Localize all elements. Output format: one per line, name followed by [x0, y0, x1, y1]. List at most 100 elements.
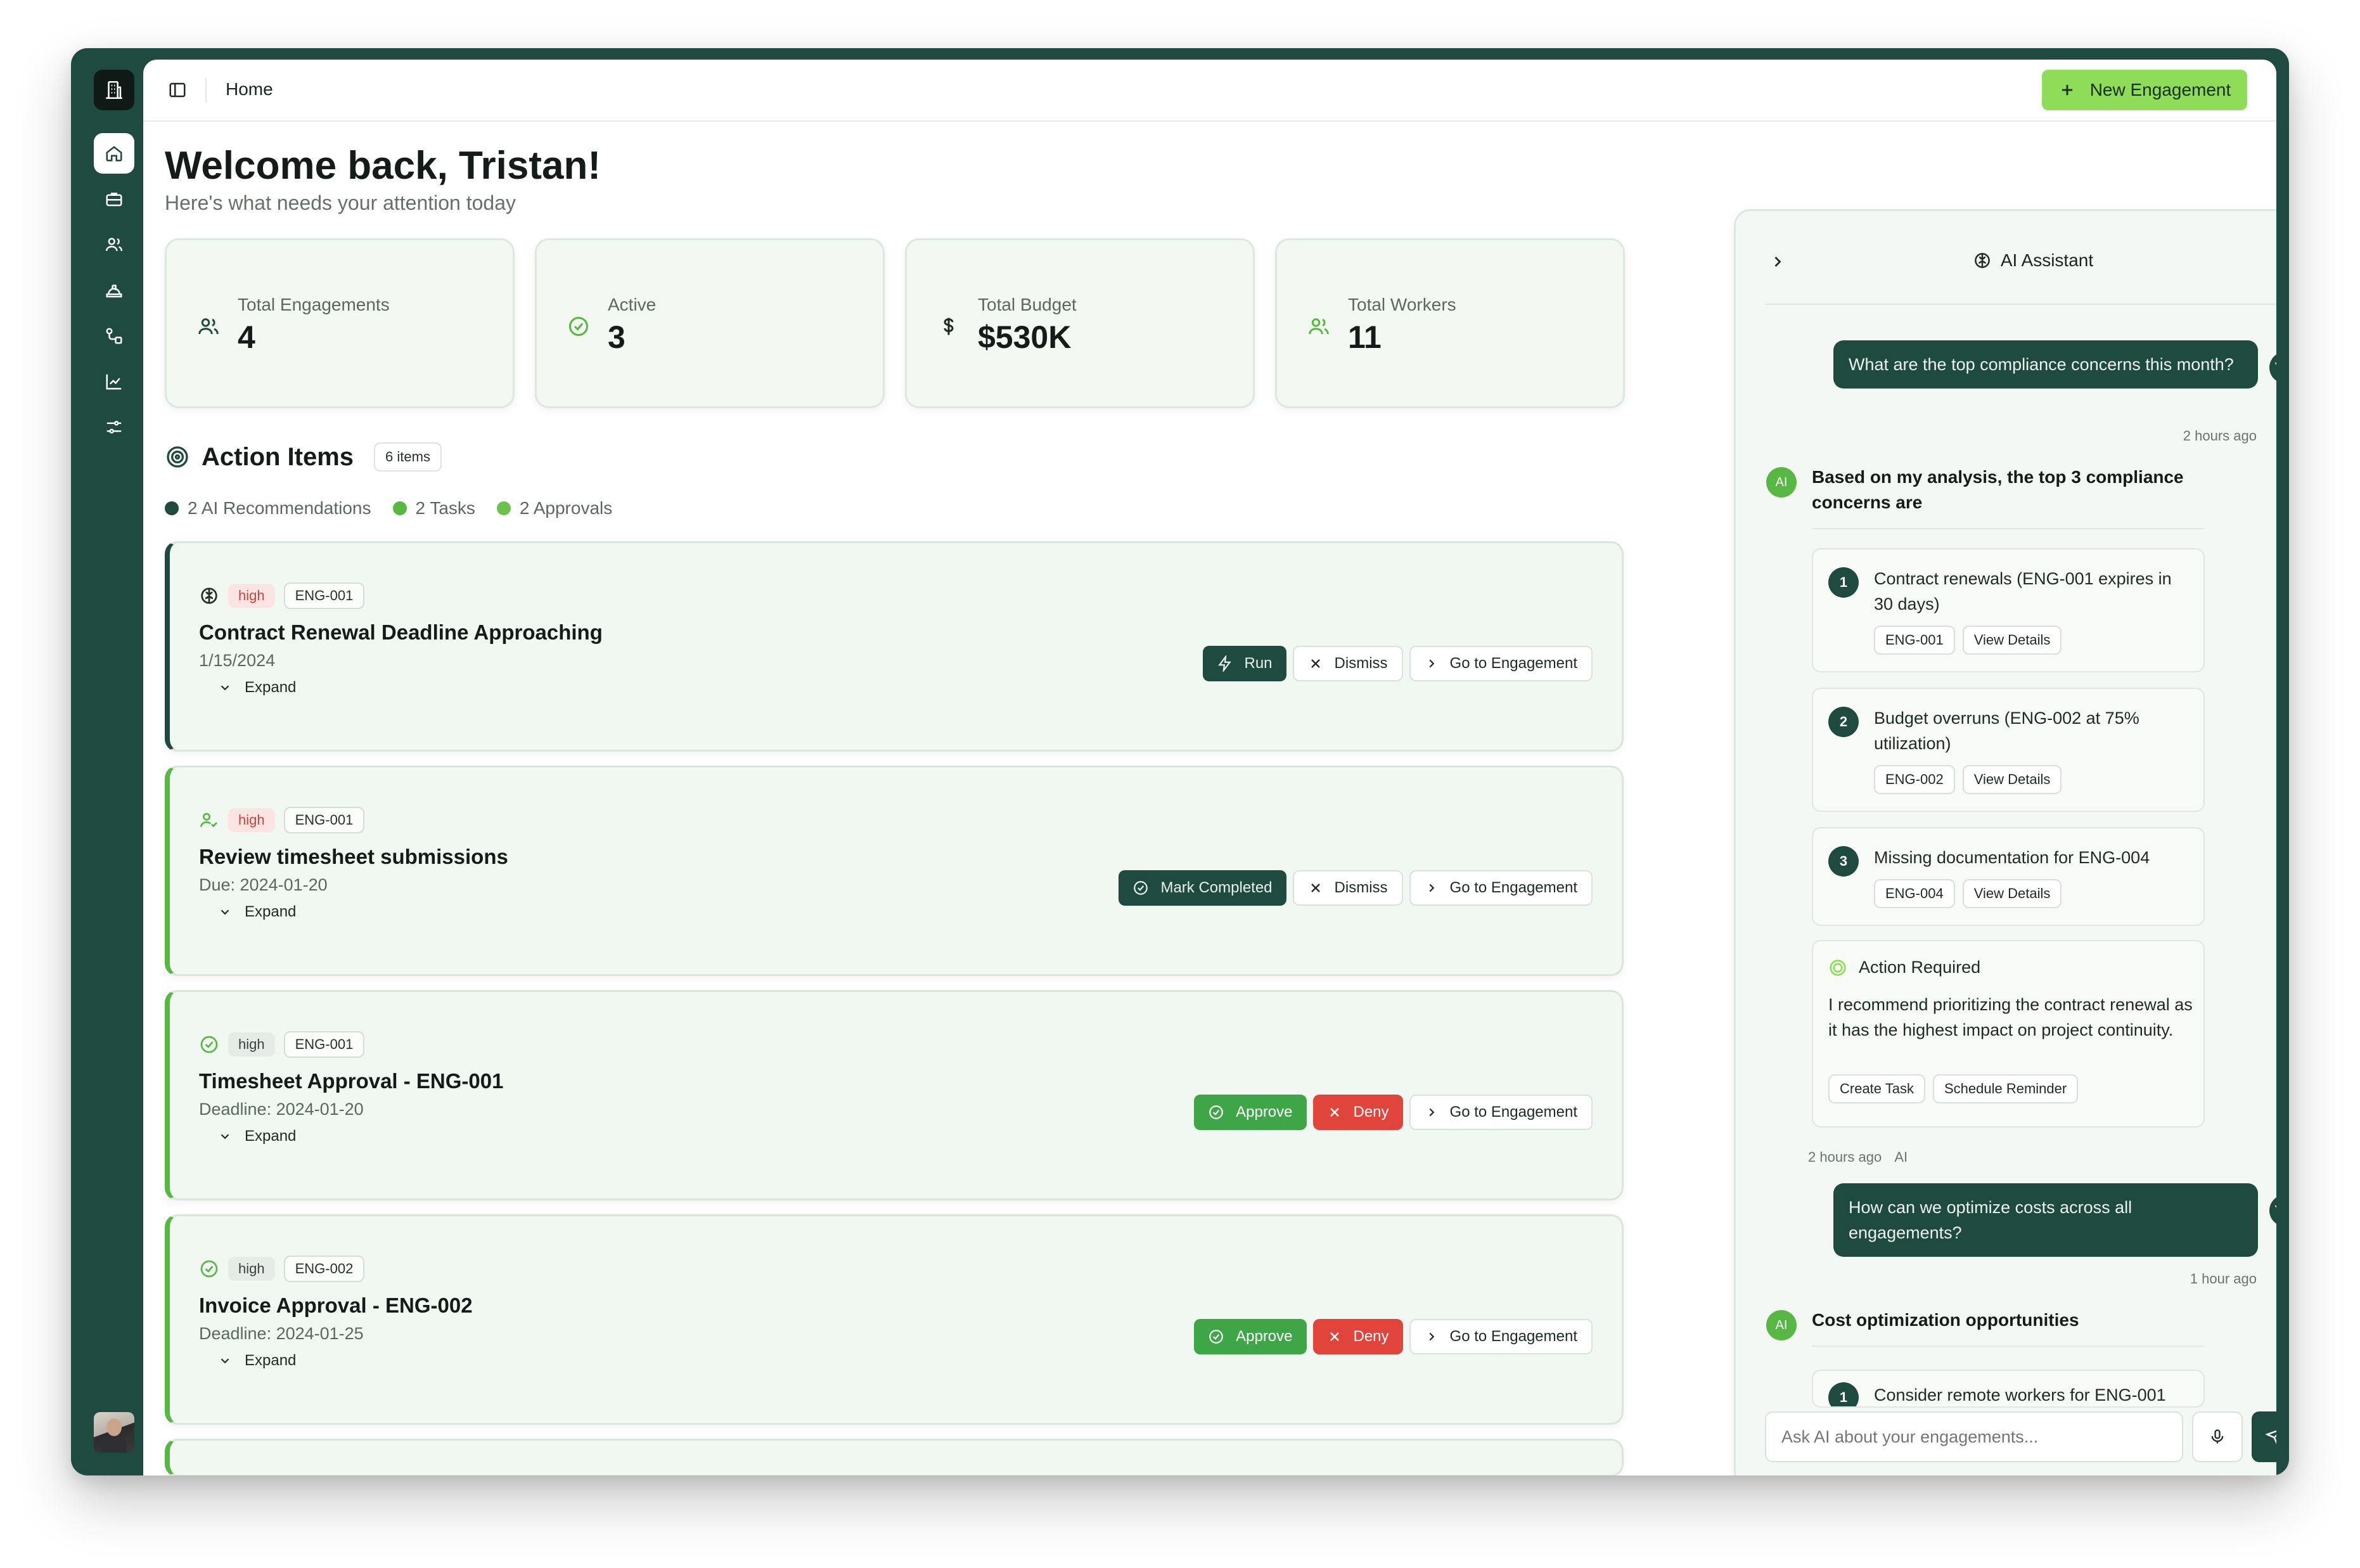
- legend-label: 2 AI Recommendations: [188, 498, 371, 518]
- nav-workers[interactable]: [94, 224, 134, 265]
- priority-badge: high: [228, 1257, 275, 1281]
- topbar: Home New Engagement: [143, 60, 2276, 122]
- line-chart-icon: [106, 374, 122, 390]
- target-icon: [167, 446, 188, 468]
- engagement-badge[interactable]: ENG-002: [283, 1256, 365, 1282]
- deny-button[interactable]: Deny: [1312, 1319, 1403, 1354]
- nav-contractors[interactable]: [94, 270, 134, 311]
- app-logo[interactable]: [94, 70, 134, 110]
- new-engagement-label: New Engagement: [2089, 80, 2231, 100]
- check-circle-icon: [569, 317, 588, 336]
- legend-dot: [496, 501, 511, 515]
- go-to-engagement-button[interactable]: Go to Engagement: [1409, 1319, 1593, 1354]
- briefcase-icon: [106, 193, 122, 207]
- breadcrumb[interactable]: Home: [226, 79, 273, 100]
- approve-button[interactable]: Approve: [1194, 1095, 1307, 1130]
- sidebar: [71, 48, 143, 1475]
- nav-home[interactable]: [94, 133, 134, 174]
- expand-toggle[interactable]: Expand: [218, 679, 296, 697]
- expand-toggle[interactable]: Expand: [218, 903, 296, 921]
- expand-label: Expand: [245, 903, 297, 920]
- action-required-label: Action Required: [1859, 958, 1981, 977]
- nav-engagements[interactable]: [94, 179, 134, 219]
- close-icon: [1311, 884, 1320, 892]
- expand-toggle[interactable]: Expand: [218, 1128, 296, 1145]
- expand-toggle[interactable]: Expand: [218, 1352, 296, 1370]
- ai-response: Cost optimization opportunities: [1812, 1308, 2205, 1347]
- main-content: Home New Engagement Welcome back, Trista…: [143, 60, 2276, 1475]
- sliders-icon: [106, 421, 122, 434]
- chevron-right-icon: [1429, 884, 1434, 892]
- assistant-title-label: AI Assistant: [2000, 250, 2094, 270]
- ask-ai-input[interactable]: [1765, 1411, 2183, 1462]
- approve-button[interactable]: Approve: [1194, 1319, 1307, 1354]
- dismiss-button[interactable]: Dismiss: [1292, 646, 1403, 681]
- legend-dot: [165, 501, 179, 515]
- engagement-chip[interactable]: ENG-002: [1874, 765, 1955, 794]
- approve-label: Approve: [1236, 1103, 1293, 1121]
- user-avatar[interactable]: [94, 1412, 134, 1453]
- home-icon: [106, 146, 122, 162]
- voice-input-button[interactable]: [2192, 1411, 2243, 1462]
- engagement-badge[interactable]: ENG-001: [283, 1031, 365, 1058]
- concern-item: 3 Missing documentation for ENG-004 ENG-…: [1812, 827, 2205, 926]
- go-to-engagement-button[interactable]: Go to Engagement: [1409, 870, 1593, 906]
- schedule-reminder-button[interactable]: Schedule Reminder: [1932, 1074, 2079, 1103]
- ai-assistant-panel: AI Assistant What are the top compliance…: [1734, 209, 2276, 1475]
- chevron-right-icon: [1429, 1332, 1434, 1341]
- engagement-badge[interactable]: ENG-001: [283, 582, 365, 609]
- run-button[interactable]: Run: [1202, 646, 1286, 681]
- view-details-button[interactable]: View Details: [1962, 765, 2062, 794]
- item-number: 1: [1828, 567, 1859, 598]
- card-tags: high ENG-001: [199, 582, 365, 609]
- card-title: Review timesheet submissions: [199, 845, 508, 868]
- new-engagement-button[interactable]: New Engagement: [2042, 70, 2247, 110]
- item-actions: ENG-004 View Details: [1874, 879, 2062, 908]
- go-to-engagement-button[interactable]: Go to Engagement: [1409, 1095, 1593, 1130]
- assistant-title: AI Assistant: [1765, 250, 2276, 271]
- expand-label: Expand: [245, 1352, 297, 1369]
- deny-button[interactable]: Deny: [1312, 1095, 1403, 1130]
- engagement-badge[interactable]: ENG-001: [283, 807, 365, 833]
- nav-analytics[interactable]: [94, 361, 134, 402]
- user-message: What are the top compliance concerns thi…: [1833, 340, 2258, 389]
- action-required-buttons: Create Task Schedule Reminder: [1828, 1074, 2079, 1103]
- card-actions: Approve Deny Go to Engagement: [1194, 1319, 1593, 1354]
- legend-approvals: 2 Approvals: [496, 498, 612, 518]
- engagement-chip[interactable]: ENG-004: [1874, 879, 1955, 908]
- nav-settings[interactable]: [94, 407, 134, 447]
- item-text: Consider remote workers for ENG-001: [1874, 1385, 2166, 1404]
- nav-workflows[interactable]: [94, 316, 134, 356]
- sidebar-toggle-button[interactable]: [165, 77, 190, 103]
- action-required-body: I recommend prioritizing the contract re…: [1828, 995, 2193, 1039]
- send-button[interactable]: [2252, 1411, 2276, 1462]
- stat-label: Total Budget: [978, 295, 1077, 314]
- check-circle-icon: [200, 1260, 218, 1278]
- legend-label: 2 Tasks: [415, 498, 475, 518]
- concern-item-partial: 1 Consider remote workers for ENG-001: [1812, 1370, 2205, 1408]
- concern-item: 1 Contract renewals (ENG-001 expires in …: [1812, 548, 2205, 672]
- action-card-task: high ENG-001 Review timesheet submission…: [165, 766, 1624, 976]
- close-icon: [1330, 1332, 1339, 1341]
- go-to-engagement-button[interactable]: Go to Engagement: [1409, 646, 1593, 681]
- item-number: 1: [1828, 1382, 1859, 1406]
- page-subtitle: Here's what needs your attention today: [165, 191, 516, 214]
- create-task-button[interactable]: Create Task: [1828, 1074, 1925, 1103]
- assistant-input-row: [1765, 1411, 2276, 1465]
- go-to-engagement-label: Go to Engagement: [1449, 655, 1577, 672]
- view-details-button[interactable]: View Details: [1962, 626, 2062, 655]
- dismiss-button[interactable]: Dismiss: [1292, 870, 1403, 906]
- card-title: Invoice Approval - ENG-002: [199, 1294, 473, 1317]
- mark-completed-button[interactable]: Mark Completed: [1119, 870, 1286, 906]
- zap-icon: [1217, 655, 1231, 672]
- go-to-engagement-label: Go to Engagement: [1449, 1103, 1577, 1121]
- topbar-divider: [205, 79, 207, 103]
- dollar-icon: [944, 318, 954, 335]
- check-circle-icon: [1209, 1105, 1223, 1119]
- stat-value: 11: [1348, 319, 1382, 355]
- engagement-chip[interactable]: ENG-001: [1874, 626, 1955, 655]
- approve-label: Approve: [1236, 1328, 1293, 1345]
- view-details-button[interactable]: View Details: [1962, 879, 2062, 908]
- stat-value: $530K: [978, 319, 1072, 355]
- card-tags: high ENG-001: [199, 1031, 365, 1058]
